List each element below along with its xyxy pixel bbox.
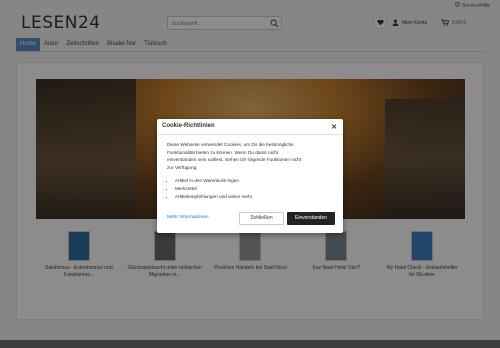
list-item: Artikel in den Warenkorb legen (175, 177, 333, 185)
feature-list: Artikel in den Warenkorb legen Merkzette… (167, 177, 333, 200)
dialog-body: Diese Webseite verwendet Cookies, um Dir… (157, 135, 343, 200)
list-item: Artikelempfehlungen und vieles mehr (175, 193, 333, 201)
dialog-text-line: Funktionalität bieten zu können. Wenn Du… (167, 149, 278, 155)
more-info-link[interactable]: Mehr Informationen (167, 215, 209, 220)
close-button[interactable]: Schließen (239, 212, 284, 225)
dialog-text-line: einverstanden sein solltest, stehen Dir … (167, 157, 302, 163)
accept-button[interactable]: Einverstanden (287, 212, 335, 225)
dialog-text-line: Diese Webseite verwendet Cookies, um Dir… (167, 142, 294, 147)
dialog-header: Cookie-Richtlinien ✕ (157, 119, 343, 135)
dialog-title: Cookie-Richtlinien (162, 123, 215, 129)
cookie-dialog: Cookie-Richtlinien ✕ Diese Webseite verw… (157, 119, 343, 233)
close-icon[interactable]: ✕ (331, 123, 337, 131)
list-item: Merkzettel (175, 185, 333, 193)
dialog-actions: Mehr Informationen Schließen Einverstand… (167, 212, 335, 225)
dialog-text-line: zur Verfügung: (167, 164, 198, 170)
